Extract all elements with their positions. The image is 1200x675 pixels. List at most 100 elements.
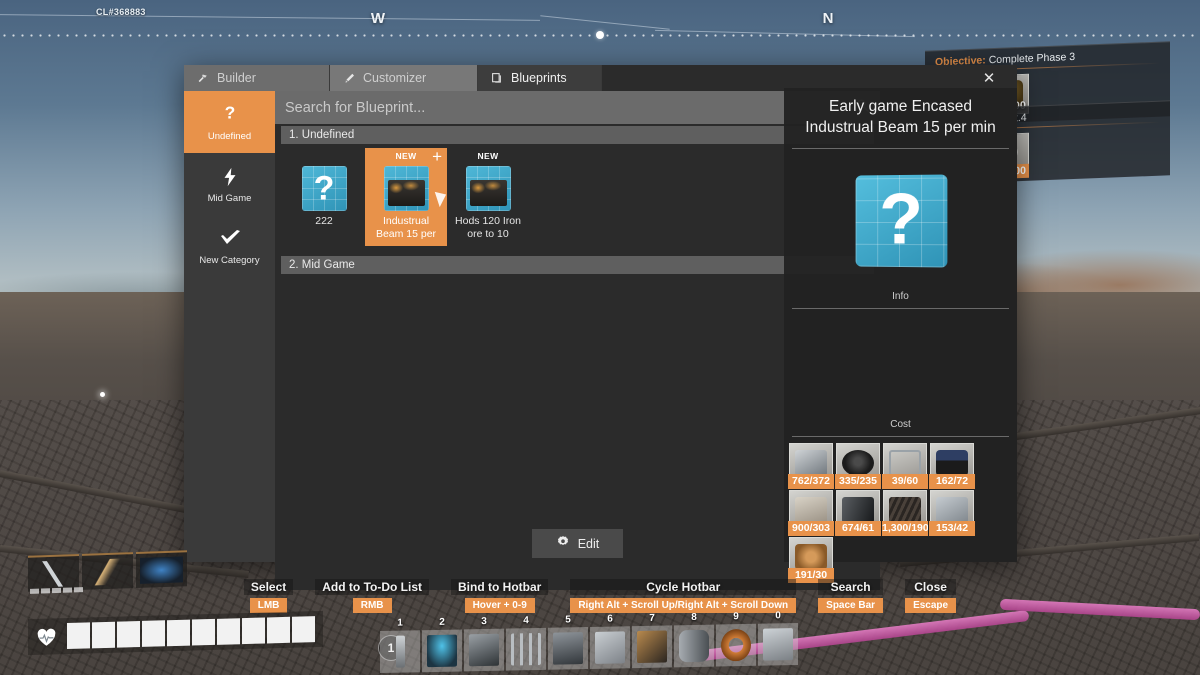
keybind-bind-to-hotbar: Bind to Hotbar Hover + 0-9 [451,579,549,613]
inventory-slot[interactable] [192,618,215,646]
hotbar-item-icon [553,632,583,665]
hotbar-slot-8[interactable]: 8 [674,612,714,668]
gear-icon [556,535,570,552]
tab-builder-label: Builder [217,71,256,85]
hotbar-slot-0[interactable]: 0 [758,610,798,666]
blueprint-card-industrual-beam[interactable]: NEW + Industrual Beam 15 per [365,148,450,246]
changelist-tag: CL#368883 [96,7,146,17]
cost-item-qty: 335/235 [835,474,881,489]
hotbar-item-icon [637,630,667,664]
hotbar-slot-9[interactable]: 9 [716,611,756,667]
keybind-cycle-hotbar: Cycle Hotbar Right Alt + Scroll Up/Right… [570,579,797,613]
inventory-slot[interactable] [292,616,315,643]
new-badge: NEW [477,151,499,161]
inventory-slot[interactable] [267,616,290,644]
category-undefined[interactable]: ? Undefined [184,91,275,153]
keybind-close: Close Escape [905,579,957,613]
hotbar-item-icon [679,629,709,663]
category-new-category[interactable]: New Category [184,215,275,277]
cost-item[interactable]: 1,300/190 [882,490,928,536]
hotbar-slot-3[interactable]: 3 [464,616,504,672]
inventory-slot[interactable] [242,617,265,645]
blueprint-card-hods-iron-ore[interactable]: NEW Hods 120 Iron ore to 10 [447,148,529,246]
cost-item[interactable]: 39/60 [882,443,928,489]
blueprint-thumbnail [383,166,429,211]
blueprints-icon [491,72,504,85]
material-frame [889,450,921,476]
search-input[interactable] [285,99,855,116]
tab-customizer[interactable]: Customizer [330,65,478,91]
heartbeat-icon [36,627,57,647]
hotbar-slot-7[interactable]: 7 [632,613,672,669]
hotbar-slot-number: 9 [733,611,739,623]
hotbar-slot-number: 6 [607,613,613,625]
hotbar-item-icon [721,628,751,662]
blueprint-label: Industrual Beam 15 per [375,215,437,240]
hotbar-slot-5[interactable]: 5 [548,614,588,670]
blade-icon [86,558,129,586]
material-wire [795,544,827,570]
keybind-label: Close [905,579,957,595]
edit-button[interactable]: Edit [531,529,624,558]
keybind-label: Add to To-Do List [315,579,429,595]
hotbar-item-icon [469,633,499,667]
hotbar-slot-number: 0 [775,610,781,622]
jetpack-icon [140,556,183,584]
cost-item[interactable]: 674/61 [835,490,881,536]
cost-item[interactable]: 900/303 [788,490,834,536]
keybind-label: Cycle Hotbar [570,579,797,595]
hotbar-slot-4[interactable]: 4 [506,615,546,671]
keybind-label: Bind to Hotbar [451,579,549,595]
cost-item[interactable]: 335/235 [835,443,881,489]
cost-item[interactable]: 162/72 [929,443,975,489]
equipment-row [28,550,187,592]
keybind-key: RMB [352,598,392,613]
add-to-todo-plus-icon[interactable]: + [432,148,442,165]
inventory-slot[interactable] [142,620,165,647]
blueprint-card-222[interactable]: 222 [283,148,365,246]
ammo-pip [63,587,72,593]
category-mid-game-label: Mid Game [207,193,252,204]
equipment-slot-1[interactable] [28,553,79,592]
material-sheet [936,497,968,523]
material-beam [842,497,874,523]
inventory-slot[interactable] [92,621,115,649]
inventory-slot[interactable] [117,620,140,648]
inventory-slot[interactable] [217,618,240,645]
cost-item[interactable]: 153/42 [929,490,975,536]
tab-builder[interactable]: Builder [184,65,330,91]
inventory-slot[interactable] [167,619,190,647]
paintbrush-icon [343,72,356,85]
keybind-search: Search Space Bar [818,579,884,613]
machine-graphic [469,180,507,206]
equipment-slot-2[interactable] [82,552,133,590]
blueprint-preview-image [855,174,947,268]
cost-item[interactable]: 762/372 [788,443,834,489]
hotbar-item-icon [511,632,541,666]
hotbar-slot-1[interactable]: 1 [380,618,420,674]
equipment-slot-3[interactable] [136,550,187,589]
keybind-key: Escape [905,598,957,613]
ammo-pip [41,588,50,594]
blueprint-label: 222 [315,215,333,227]
tab-blueprints-label: Blueprints [511,71,567,85]
cost-item-qty: 162/72 [929,474,975,489]
cost-item[interactable]: 191/30 [788,537,834,583]
keybind-add-to-todo: Add to To-Do List RMB [315,579,429,613]
hotbar-slot-2[interactable]: 2 [422,617,462,673]
tab-blueprints[interactable]: Blueprints [478,65,602,91]
blueprint-thumbnail [301,166,347,211]
cost-item-qty: 900/303 [788,521,834,536]
blueprint-title: Early game Encased Industrual Beam 15 pe… [805,98,996,136]
cost-caption: Cost [890,419,911,430]
category-mid-game[interactable]: Mid Game [184,153,275,215]
hotbar-slot-6[interactable]: 6 [590,614,630,669]
hotbar-item-icon [595,631,625,664]
keybind-label: Search [818,579,884,595]
inventory-slot[interactable] [67,622,90,650]
cost-item-qty: 762/372 [788,474,834,489]
hotbar-slot-number: 7 [649,612,655,624]
material-rubber [842,450,874,476]
keybind-key: Space Bar [818,598,884,613]
check-icon [218,226,242,252]
